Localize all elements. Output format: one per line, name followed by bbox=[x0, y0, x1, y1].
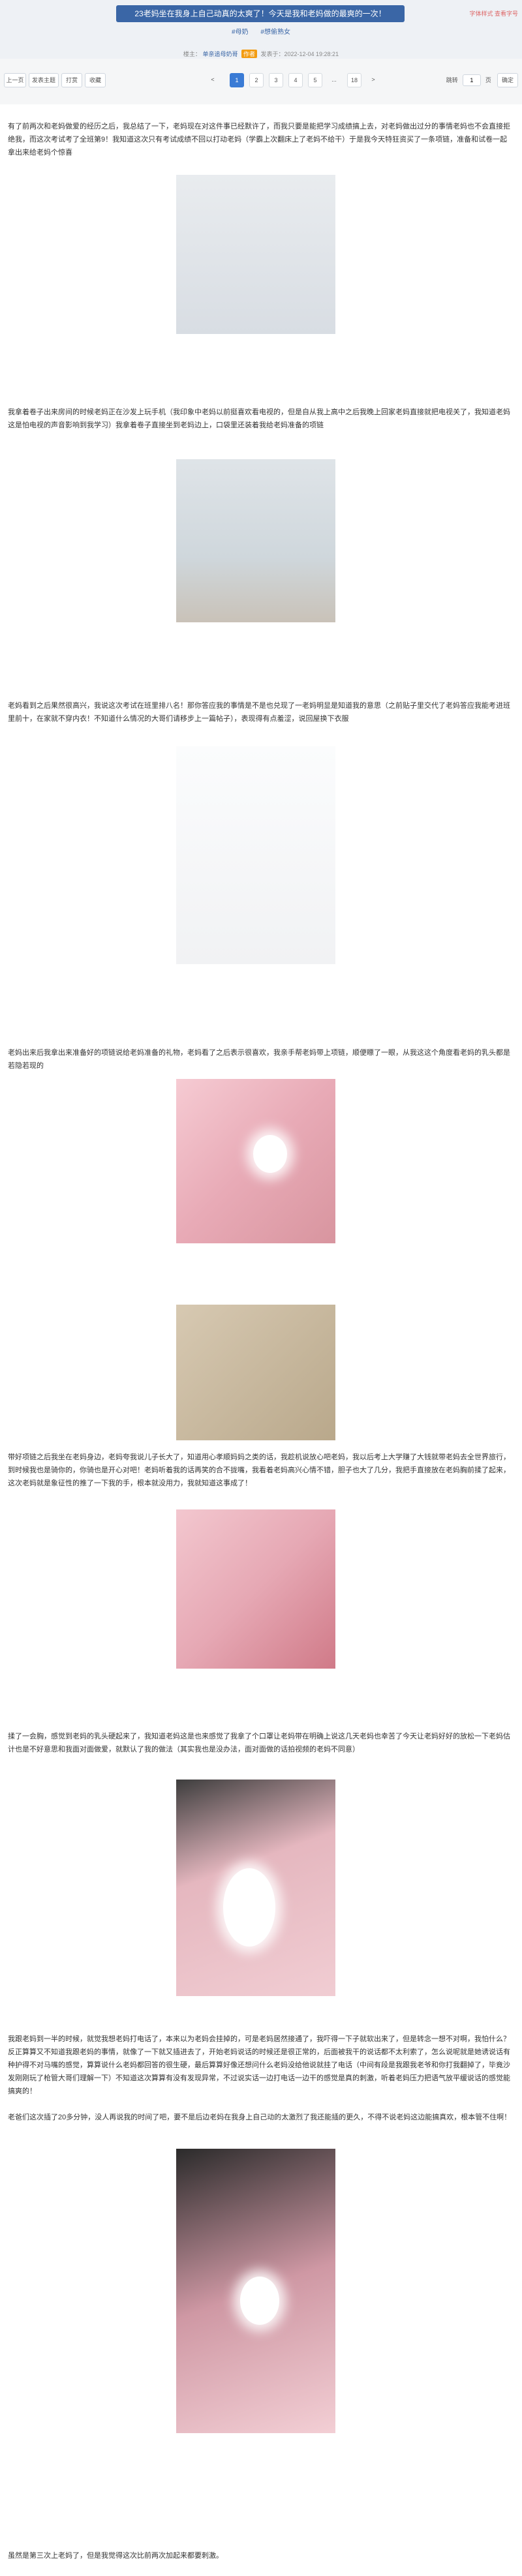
prev-page-button[interactable]: 上一页 bbox=[4, 73, 26, 87]
font-settings-link[interactable]: 字体样式 查看字号 bbox=[469, 9, 518, 18]
blur-mask bbox=[240, 2277, 279, 2325]
byline: 楼主： 单亲追母奶哥 作者 发表于：2022-12-04 19:28:21 bbox=[0, 50, 522, 58]
post-photo bbox=[176, 1509, 335, 1669]
tip-button[interactable]: 打赏 bbox=[61, 73, 82, 87]
post-photo bbox=[176, 1780, 335, 1996]
forum-post-page: 23老妈坐在我身上自己动真的太爽了！今天是我和老妈做的最爽的一次！ 字体样式 查… bbox=[0, 0, 522, 2576]
pager-prev-icon[interactable]: < bbox=[206, 73, 219, 86]
author-badge: 作者 bbox=[241, 50, 257, 58]
post-header: 23老妈坐在我身上自己动真的太爽了！今天是我和老妈做的最爽的一次！ 字体样式 查… bbox=[0, 0, 522, 59]
pager-page[interactable]: 5 bbox=[308, 73, 322, 87]
post-photo bbox=[176, 459, 335, 622]
byline-prefix: 楼主： bbox=[183, 51, 201, 57]
pager-page[interactable]: 1 bbox=[230, 73, 244, 87]
author-link[interactable]: 单亲追母奶哥 bbox=[202, 51, 238, 57]
page-jump: 跳转 页 确定 bbox=[446, 73, 518, 87]
post-paragraph: 我跟老妈到一半的时候，就觉我想老妈打电话了，本来以为老妈会挂掉的，可是老妈居然接… bbox=[8, 2035, 510, 2095]
jump-button[interactable]: 确定 bbox=[497, 73, 518, 87]
tag-item[interactable]: #想偷熟女 bbox=[260, 29, 290, 36]
post-paragraph: 我拿着卷子出来房间的时候老妈正在沙发上玩手机（我印象中老妈以前挺喜欢看电视的，但… bbox=[8, 408, 510, 429]
pager-page[interactable]: 18 bbox=[347, 73, 361, 87]
pager-next-icon[interactable]: > bbox=[367, 73, 380, 86]
jump-unit: 页 bbox=[485, 77, 491, 83]
post-content: 有了前两次和老妈做爱的经历之后，我总结了一下，老妈现在对这件事已经默许了，而我只… bbox=[0, 104, 522, 2576]
tag-list: #母奶 #想偷熟女 bbox=[0, 26, 522, 36]
pager-page[interactable]: 2 bbox=[249, 73, 264, 87]
pager-page[interactable]: 4 bbox=[288, 73, 303, 87]
tag-item[interactable]: #母奶 bbox=[232, 29, 249, 36]
post-paragraph: 老妈看到之后果然很高兴，我说这次考试在班里排八名！那你答应我的事情是不是也兑现了… bbox=[8, 702, 510, 723]
post-photo bbox=[176, 2149, 335, 2433]
post-time: 发表于：2022-12-04 19:28:21 bbox=[260, 51, 339, 57]
post-paragraph: 虽然是第三次上老妈了，但是我觉得这次比前两次加起来都要刺激。 bbox=[8, 2552, 223, 2560]
post-paragraph: 老爸们这次插了20多分钟，没人再说我的时间了吧，要不是后边老妈在我身上自己动的太… bbox=[8, 2114, 512, 2121]
post-photo bbox=[176, 175, 335, 334]
new-topic-button[interactable]: 发表主题 bbox=[29, 73, 59, 87]
blur-mask bbox=[253, 1135, 287, 1173]
post-photo bbox=[176, 1079, 335, 1243]
post-paragraph: 揉了一会胸，感觉到老妈的乳头硬起来了，我知道老妈这是也来感觉了我拿了个口罩让老妈… bbox=[8, 1733, 510, 1753]
post-paragraph: 带好项链之后我坐在老妈身边，老妈夸我说儿子长大了，知道用心孝顺妈妈之类的话，我趁… bbox=[8, 1453, 510, 1487]
favorite-button[interactable]: 收藏 bbox=[85, 73, 106, 87]
jump-page-input[interactable] bbox=[462, 74, 481, 87]
jump-label: 跳转 bbox=[446, 77, 458, 83]
post-toolbar: 上一页 发表主题 打赏 收藏 < 1 2 3 4 5 ... 18 > 跳转 页… bbox=[0, 70, 522, 90]
post-title: 23老妈坐在我身上自己动真的太爽了！今天是我和老妈做的最爽的一次！ bbox=[116, 5, 405, 22]
blur-mask bbox=[223, 1868, 275, 1947]
pager-ellipsis: ... bbox=[331, 76, 337, 83]
pager-page[interactable]: 3 bbox=[269, 73, 283, 87]
post-photo bbox=[176, 1305, 335, 1440]
post-paragraph: 有了前两次和老妈做爱的经历之后，我总结了一下，老妈现在对这件事已经默许了，而我只… bbox=[8, 123, 510, 157]
post-paragraph: 老妈出来后我拿出来准备好的项链说给老妈准备的礼物，老妈看了之后表示很喜欢，我亲手… bbox=[8, 1049, 510, 1070]
post-photo bbox=[176, 746, 335, 964]
